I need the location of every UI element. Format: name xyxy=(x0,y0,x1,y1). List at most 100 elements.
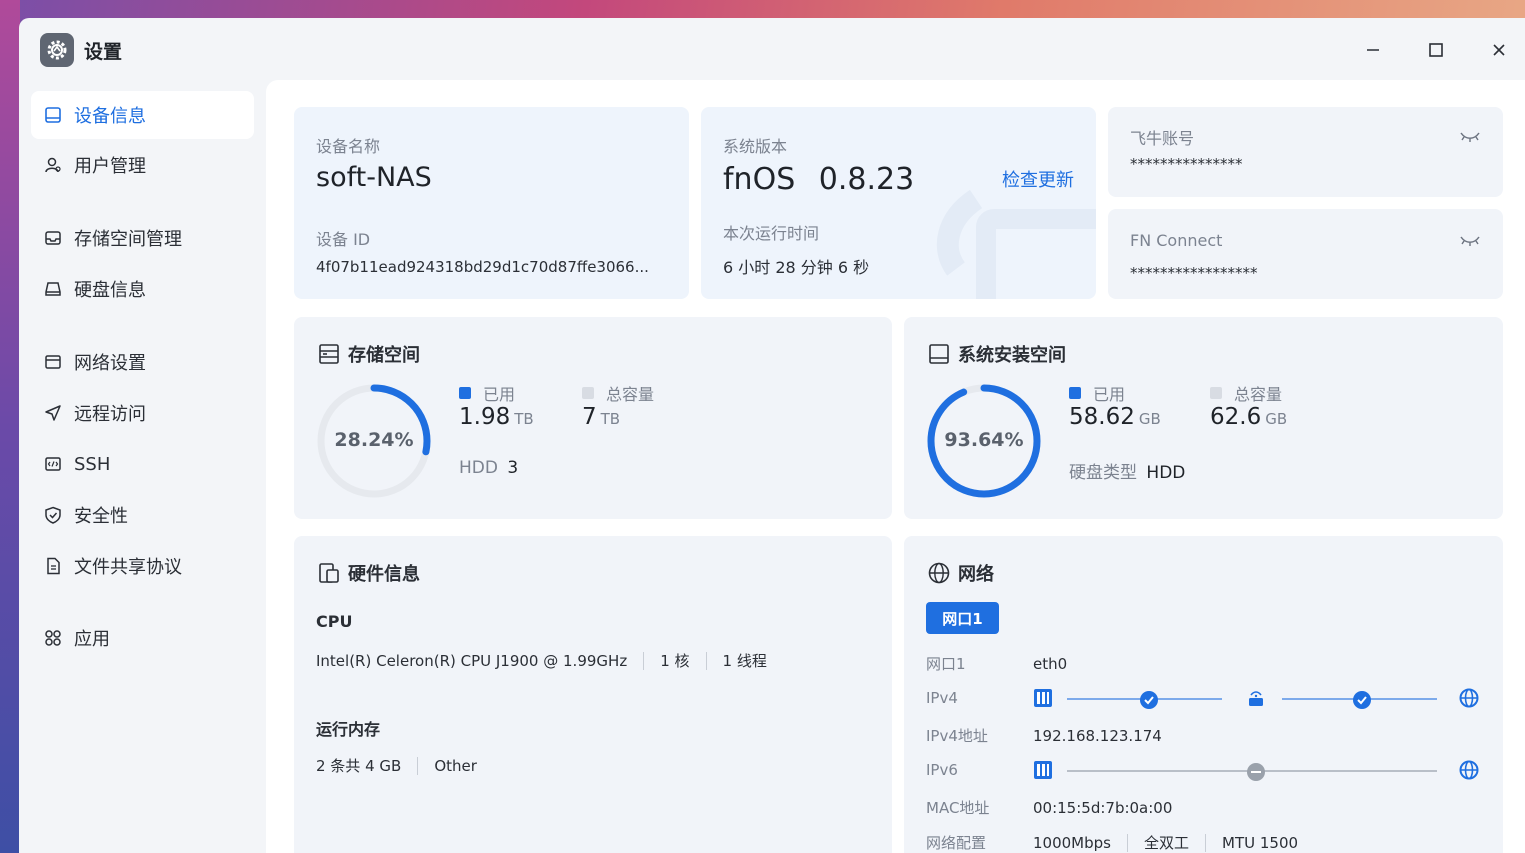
cpu-model: Intel(R) Celeron(R) CPU J1900 @ 1.99GHz xyxy=(316,651,628,670)
storage-total-value: 7 TB xyxy=(582,404,620,430)
globe-icon xyxy=(928,562,950,584)
sidebar-item-security[interactable]: 安全性 xyxy=(31,491,254,539)
install-total-number: 62.6 xyxy=(1210,404,1262,430)
globe-icon xyxy=(1459,688,1479,708)
mac-row: MAC地址 00:15:5d:7b:0a:00 xyxy=(926,797,1172,818)
legend-used-swatch xyxy=(1069,387,1081,399)
storage-card-title: 存储空间 xyxy=(318,341,420,367)
close-button[interactable] xyxy=(1481,32,1517,68)
eye-closed-icon[interactable] xyxy=(1459,233,1481,252)
globe-icon xyxy=(1459,760,1479,780)
memory-type: Other xyxy=(434,756,477,775)
mac-label: MAC地址 xyxy=(926,799,990,817)
shield-icon xyxy=(43,505,63,525)
sidebar-item-label: 文件共享协议 xyxy=(74,557,182,578)
storage-used-legend: 已用 xyxy=(459,381,515,405)
disk-icon xyxy=(928,343,950,365)
network-settings-icon xyxy=(43,352,63,372)
os-version: 0.8.23 xyxy=(818,162,915,197)
sidebar-item-users[interactable]: 用户管理 xyxy=(31,141,254,189)
network-config-label: 网络配置 xyxy=(926,834,987,852)
os-name: fnOS xyxy=(723,162,796,197)
legend-used-swatch xyxy=(459,387,471,399)
minimize-button[interactable] xyxy=(1355,32,1391,68)
storage-icon xyxy=(43,228,63,248)
system-install-title: 系统安装空间 xyxy=(928,341,1066,367)
device-id: 4f07b11ead924318bd29d1c70d87ffe3066... xyxy=(316,258,649,276)
user-icon xyxy=(43,155,63,175)
network-title-text: 网络 xyxy=(958,564,994,585)
sidebar-item-device-info[interactable]: 设备信息 xyxy=(31,91,254,139)
sidebar-item-file-sharing[interactable]: 文件共享协议 xyxy=(31,542,254,590)
device-icon xyxy=(43,105,63,125)
sidebar-item-label: 安全性 xyxy=(74,506,128,527)
install-used-unit: GB xyxy=(1138,410,1161,428)
memory-summary: 2 条共 4 GB xyxy=(316,757,402,775)
sidebar-item-label: 存储空间管理 xyxy=(74,229,182,250)
sidebar-item-label: 用户管理 xyxy=(74,156,146,177)
install-total-legend: 总容量 xyxy=(1210,381,1282,405)
title-bar: 设置 xyxy=(19,18,1525,80)
sidebar-item-disk-info[interactable]: 硬盘信息 xyxy=(31,265,254,313)
system-version-card: 系统版本 fnOS 0.8.23 检查更新 本次运行时间 6 小时 28 分钟 … xyxy=(701,107,1096,299)
ipv6-label: IPv6 xyxy=(926,761,958,779)
legend-used-label: 已用 xyxy=(483,385,516,404)
maximize-button[interactable] xyxy=(1418,32,1454,68)
storage-total-legend: 总容量 xyxy=(582,381,654,405)
divider xyxy=(643,651,645,670)
feiniu-account-label: 飞牛账号 xyxy=(1130,129,1195,148)
uptime-value: 6 小时 28 分钟 6 秒 xyxy=(723,258,870,277)
install-disk-type: 硬盘类型 HDD xyxy=(1069,458,1185,483)
ssh-icon xyxy=(43,454,63,474)
cpu-info: Intel(R) Celeron(R) CPU J1900 @ 1.99GHz … xyxy=(316,650,767,671)
sidebar-item-apps[interactable]: 应用 xyxy=(31,614,254,662)
desktop-background xyxy=(0,0,20,853)
sidebar-item-ssh[interactable]: SSH xyxy=(31,440,254,488)
cpu-cores: 1 核 xyxy=(660,652,690,670)
mac-value: 00:15:5d:7b:0a:00 xyxy=(1033,798,1173,817)
legend-used-label: 已用 xyxy=(1093,385,1126,404)
storage-disk-count: 3 xyxy=(507,458,519,478)
hardware-title: 硬件信息 xyxy=(318,560,420,586)
tab-port-1[interactable]: 网口1 xyxy=(926,602,999,634)
storage-title-text: 存储空间 xyxy=(348,345,420,366)
sidebar-item-label: 应用 xyxy=(74,629,110,650)
cpu-label: CPU xyxy=(316,612,353,631)
sidebar: 设备信息 用户管理 存储空间管理 硬盘信息 网络设置 远程访问 SSH 安全性 … xyxy=(19,80,266,853)
divider xyxy=(417,756,419,775)
storage-used-unit: TB xyxy=(514,410,534,428)
device-card: 设备名称 soft-NAS 设备 ID 4f07b11ead924318bd29… xyxy=(294,107,689,299)
settings-window: 设置 设备信息 用户管理 存储空间管理 硬盘信息 网络设置 远程访问 SSH 安… xyxy=(19,18,1525,853)
legend-total-label: 总容量 xyxy=(606,385,655,404)
check-update-link[interactable]: 检查更新 xyxy=(1002,166,1074,192)
storage-total-unit: TB xyxy=(600,410,621,428)
ipv4-address-label: IPv4地址 xyxy=(926,727,988,745)
ipv4-status-diagram xyxy=(1034,688,1479,709)
legend-total-swatch xyxy=(582,387,594,399)
settings-app-icon xyxy=(40,33,74,67)
sidebar-item-label: 设备信息 xyxy=(74,106,146,127)
fn-connect-value: ***************** xyxy=(1130,264,1258,282)
ipv6-row: IPv6 xyxy=(926,761,1033,779)
sidebar-item-label: 网络设置 xyxy=(74,353,146,374)
storage-used-number: 1.98 xyxy=(459,404,511,430)
storage-total-number: 7 xyxy=(582,404,597,430)
eye-closed-icon[interactable] xyxy=(1459,129,1481,148)
network-duplex: 全双工 xyxy=(1143,834,1189,852)
port-value: eth0 xyxy=(1033,654,1068,673)
sidebar-item-storage[interactable]: 存储空间管理 xyxy=(31,214,254,262)
sidebar-item-remote-access[interactable]: 远程访问 xyxy=(31,389,254,437)
install-used-number: 58.62 xyxy=(1069,404,1135,430)
feiniu-account-card: 飞牛账号 *************** xyxy=(1108,107,1503,197)
hardware-card: 硬件信息 CPU Intel(R) Celeron(R) CPU J1900 @… xyxy=(294,536,892,853)
storage-disk-type: HDD xyxy=(459,458,498,478)
sidebar-item-network-settings[interactable]: 网络设置 xyxy=(31,338,254,386)
window-title: 设置 xyxy=(84,41,123,63)
sidebar-item-label: 硬盘信息 xyxy=(74,280,146,301)
router-icon xyxy=(1249,691,1263,706)
cpu-threads: 1 线程 xyxy=(722,652,767,670)
fn-connect-label: FN Connect xyxy=(1130,231,1223,250)
install-used-value: 58.62 GB xyxy=(1069,404,1161,430)
storage-used-value: 1.98 TB xyxy=(459,404,534,430)
install-total-value: 62.6 GB xyxy=(1210,404,1287,430)
